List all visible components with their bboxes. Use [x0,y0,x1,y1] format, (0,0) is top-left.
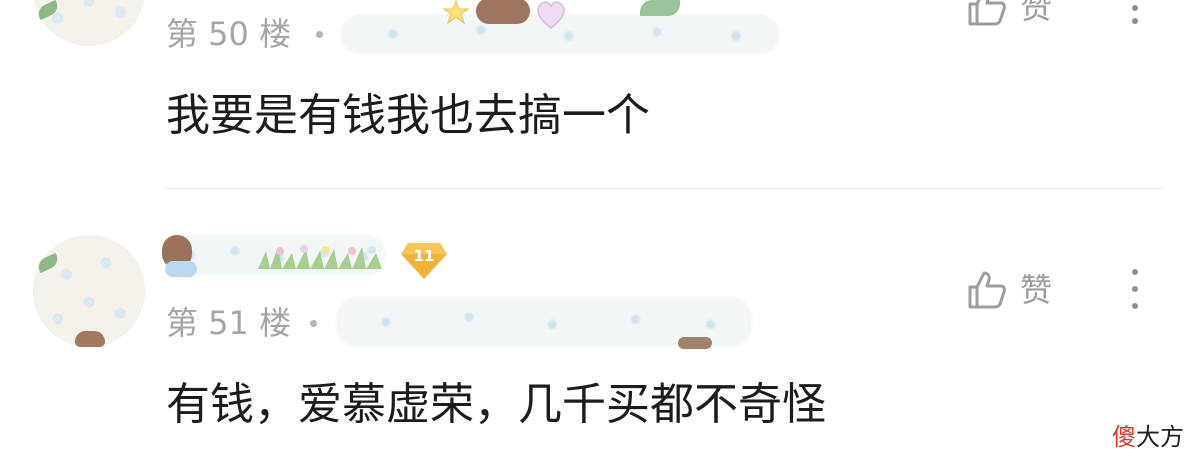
leaf-decoration-icon [35,252,61,274]
flowers-sticker-icon [258,245,382,269]
star-sticker-icon [443,0,469,24]
like-button[interactable]: 赞 [966,269,1052,311]
thumbs-up-icon [968,271,1006,309]
bear-sticker-icon [678,337,712,349]
watermark: 傻大方 [1112,423,1184,451]
leaf-sticker-icon [640,0,680,16]
like-button[interactable]: 赞 [966,0,1052,28]
comment-item: 第 50 楼 我要是有钱我也去搞一个 赞 [0,0,1200,188]
separator-dot [310,320,317,327]
leaf-decoration-icon [35,0,61,21]
comment-item: 11 第 51 楼 有钱，爱慕虚荣，几千买都不奇怪 赞 [0,189,1200,469]
floor-number: 第 51 楼 [166,304,292,342]
bear-sticker-icon [476,0,530,24]
more-options-button[interactable] [1123,265,1147,313]
comment-content: 我要是有钱我也去搞一个 [166,90,650,141]
avatar[interactable] [33,0,145,46]
cloud-sticker-icon [165,261,197,277]
like-label: 赞 [1020,0,1053,26]
more-dot [1132,5,1138,11]
more-options-button[interactable] [1123,0,1147,32]
like-label: 赞 [1020,271,1053,309]
avatar[interactable] [33,235,145,347]
thumbs-up-icon [968,0,1006,26]
watermark-rest: 大方 [1136,423,1184,451]
more-dot [1132,286,1138,292]
floor-number: 第 50 楼 [166,15,292,53]
separator-dot [316,31,323,38]
comment-content: 有钱，爱慕虚荣，几千买都不奇怪 [166,379,826,430]
level-number: 11 [413,247,435,265]
bear-decoration-icon [75,331,105,347]
heart-sticker-icon [537,1,565,29]
more-dot [1132,269,1138,275]
level-badge: 11 [400,241,448,281]
more-dot [1132,18,1138,24]
more-dot [1132,303,1138,309]
watermark-first-char: 傻 [1112,423,1136,451]
